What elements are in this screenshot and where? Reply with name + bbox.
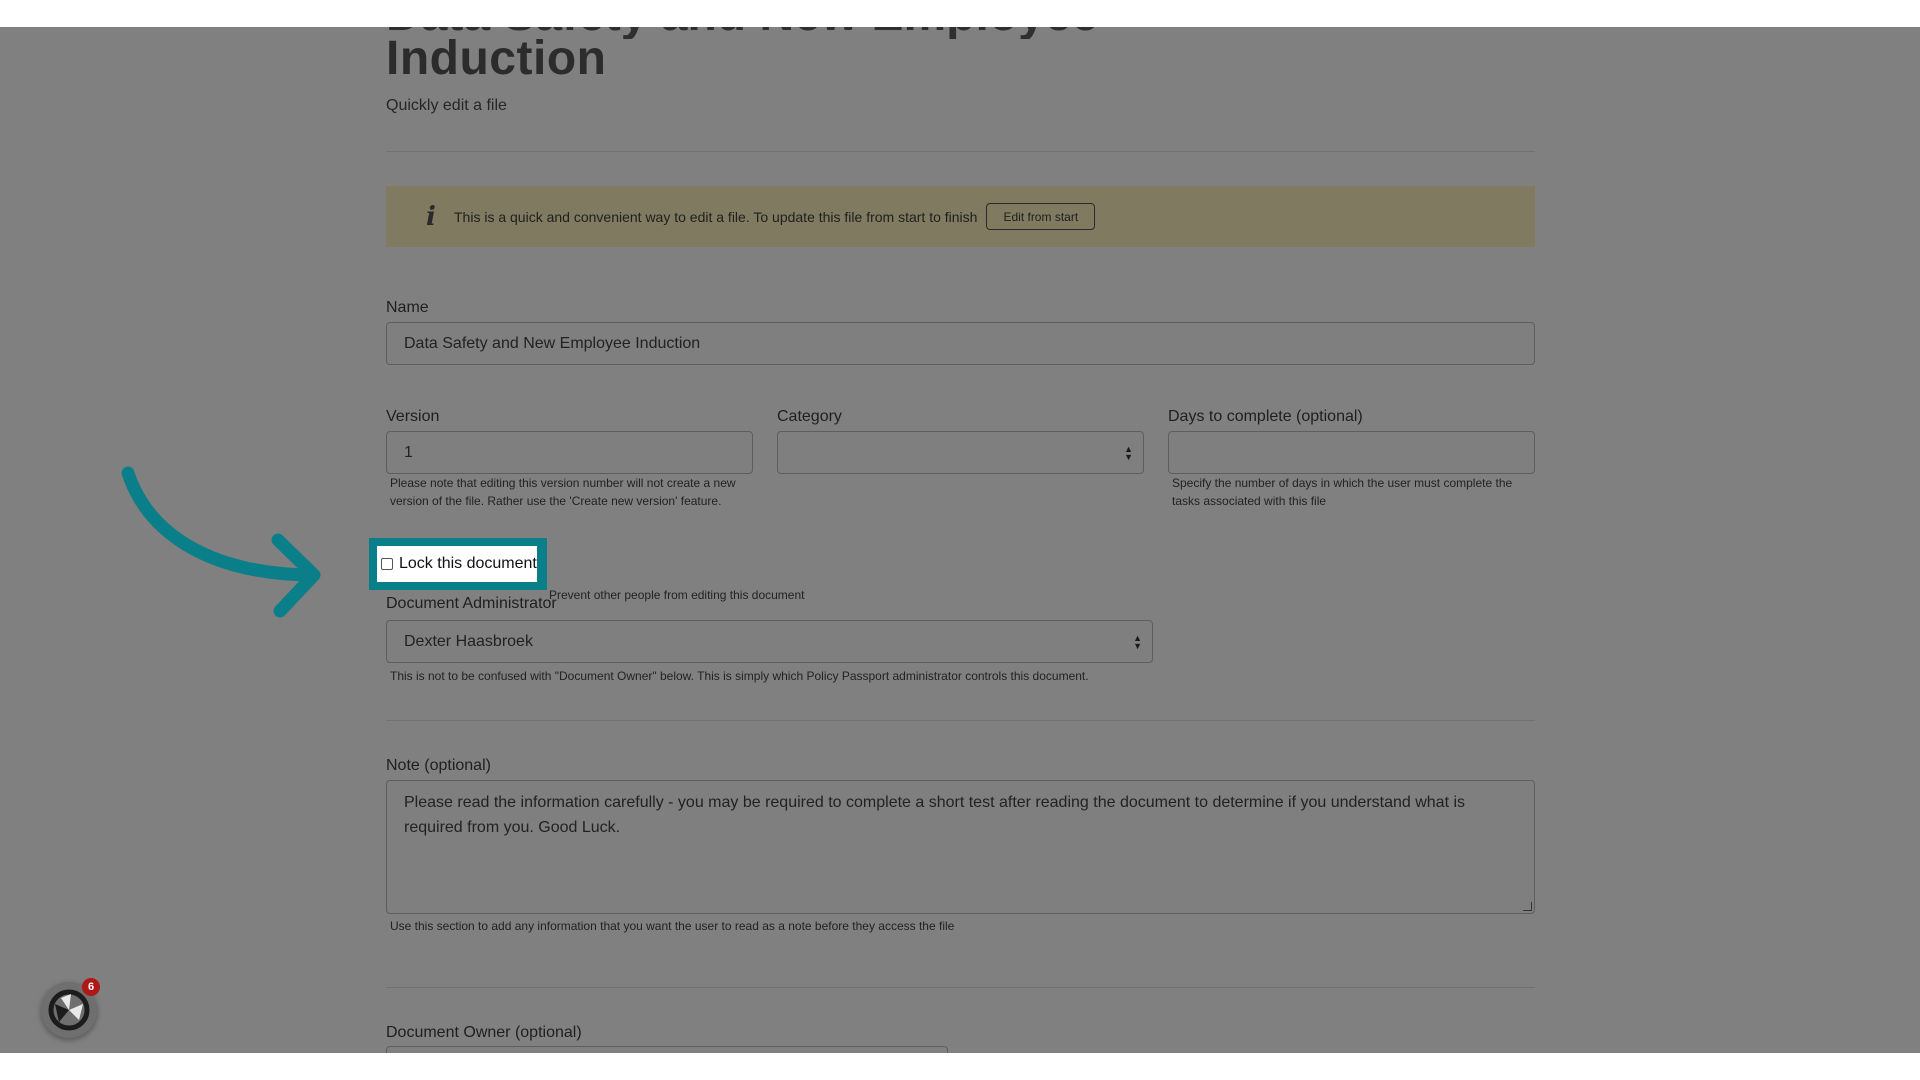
- days-to-complete-help-text: Specify the number of days in which the …: [1172, 476, 1513, 508]
- select-arrows-icon: ▲ ▼: [1133, 632, 1142, 651]
- lock-document-label[interactable]: Lock this document: [399, 555, 537, 573]
- document-administrator-value: Dexter Haasbroek: [404, 632, 533, 650]
- note-textarea[interactable]: Please read the information carefully - …: [386, 780, 1535, 914]
- lock-document-description: Prevent other people from editing this d…: [549, 588, 805, 602]
- chat-notification-badge: 6: [82, 978, 100, 996]
- days-to-complete-label: Days to complete (optional): [1168, 408, 1363, 425]
- top-bar: [0, 0, 1920, 27]
- lock-document-checkbox[interactable]: [381, 558, 393, 570]
- version-label: Version: [386, 408, 440, 425]
- document-administrator-label: Document Administrator: [386, 595, 557, 612]
- note-label: Note (optional): [386, 757, 491, 774]
- divider: [386, 987, 1535, 988]
- info-banner-text: This is a quick and convenient way to ed…: [454, 208, 978, 225]
- name-input[interactable]: Data Safety and New Employee Induction: [386, 322, 1535, 365]
- name-input-value: Data Safety and New Employee Induction: [404, 334, 701, 352]
- divider: [386, 720, 1535, 721]
- page-title: Induction: [386, 32, 607, 85]
- info-banner: i This is a quick and convenient way to …: [386, 186, 1535, 247]
- document-administrator-select[interactable]: Dexter Haasbroek ▲ ▼: [386, 620, 1153, 663]
- name-label: Name: [386, 299, 429, 316]
- note-textarea-value: Please read the information carefully - …: [404, 794, 1466, 836]
- category-select[interactable]: ▲ ▼: [777, 431, 1144, 474]
- page-subtitle: Quickly edit a file: [386, 97, 507, 114]
- document-administrator-help-text: This is not to be confused with "Documen…: [390, 669, 1089, 683]
- note-help-text: Use this section to add any information …: [390, 919, 955, 933]
- resize-handle-icon[interactable]: [1523, 902, 1532, 911]
- category-label: Category: [777, 408, 842, 425]
- divider: [386, 151, 1535, 152]
- edit-from-start-button[interactable]: Edit from start: [986, 203, 1096, 230]
- document-owner-label: Document Owner (optional): [386, 1024, 582, 1041]
- version-input[interactable]: 1: [386, 431, 753, 474]
- tutorial-arrow-icon: [121, 466, 321, 618]
- info-icon: i: [426, 201, 436, 232]
- bottom-bar: [0, 1053, 1920, 1080]
- dimmed-page: Data Safety and New Employee Induction Q…: [0, 27, 1920, 1053]
- lock-document-highlight: Lock this document: [369, 538, 547, 590]
- version-help-text: Please note that editing this version nu…: [390, 476, 736, 508]
- document-owner-select[interactable]: [386, 1046, 948, 1053]
- days-to-complete-input[interactable]: [1168, 431, 1535, 474]
- version-input-value: 1: [404, 443, 413, 461]
- lock-document-checkbox-row[interactable]: Lock this document: [377, 546, 537, 582]
- select-arrows-icon: ▲ ▼: [1124, 443, 1133, 462]
